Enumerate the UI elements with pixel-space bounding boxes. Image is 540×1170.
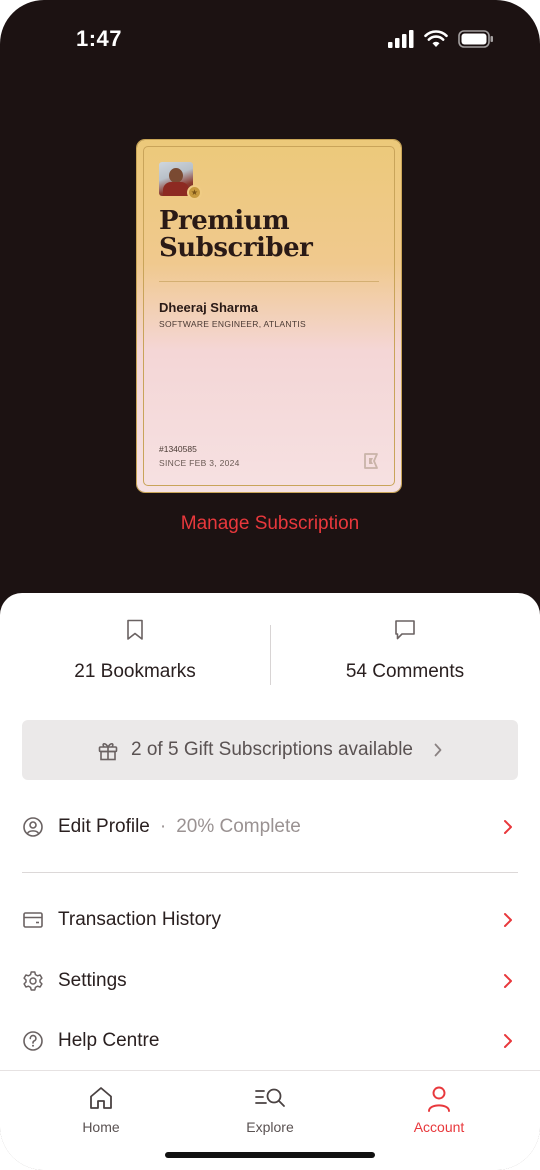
edit-profile-row[interactable]: Edit Profile · 20% Complete — [22, 807, 518, 847]
tab-home[interactable]: Home — [41, 1085, 161, 1135]
chevron-right-icon — [434, 743, 442, 757]
home-icon — [90, 1087, 112, 1109]
settings-row[interactable]: Settings — [22, 961, 518, 1001]
tab-explore[interactable]: Explore — [210, 1085, 330, 1135]
gift-icon — [98, 743, 118, 761]
signal-icon — [388, 30, 414, 48]
edit-profile-label: Edit Profile — [58, 816, 150, 837]
menu-divider — [22, 872, 518, 873]
user-circle-icon — [23, 817, 43, 837]
manage-subscription-link[interactable]: Manage Subscription — [0, 513, 540, 535]
premium-badge-icon: ★ — [187, 185, 202, 200]
home-indicator[interactable] — [165, 1152, 375, 1158]
gear-icon — [23, 971, 43, 991]
bookmark-icon — [127, 619, 143, 640]
comment-icon — [395, 620, 415, 640]
card-border — [143, 146, 395, 486]
avatar-head — [169, 168, 183, 183]
avatar-body — [163, 182, 189, 196]
bookmarks-stat[interactable]: 21 Bookmarks — [0, 619, 270, 683]
member-id: #1340585 — [159, 444, 197, 454]
tab-account[interactable]: Account — [379, 1085, 499, 1135]
status-icons — [388, 30, 494, 48]
wallet-card-icon — [23, 912, 43, 928]
separator-dot: · — [159, 816, 167, 837]
status-bar: 1:47 — [0, 0, 540, 80]
member-role: SOFTWARE ENGINEER, ATLANTIS — [159, 319, 306, 329]
status-time: 1:47 — [76, 26, 123, 51]
chevron-right-icon — [504, 913, 512, 927]
phone-screen: 1:47 ★ Premium Subscriber Dheeraj Sharma… — [0, 0, 540, 1170]
tab-home-label: Home — [82, 1119, 120, 1135]
card-title-line1: Premium — [159, 206, 290, 236]
explore-search-icon — [255, 1088, 285, 1107]
gift-subscriptions-banner[interactable]: 2 of 5 Gift Subscriptions available — [22, 720, 518, 780]
bookmarks-count: 21 Bookmarks — [74, 661, 196, 682]
comments-count: 54 Comments — [345, 661, 465, 682]
card-title: Premium Subscriber — [159, 206, 313, 263]
membership-card[interactable]: ★ Premium Subscriber Dheeraj Sharma SOFT… — [137, 140, 401, 492]
profile-progress-text: 20% Complete — [176, 816, 301, 837]
tab-explore-label: Explore — [246, 1119, 294, 1135]
member-since: SINCE FEB 3, 2024 — [159, 458, 240, 468]
help-centre-label: Help Centre — [58, 1030, 160, 1051]
help-circle-icon — [23, 1031, 43, 1051]
chevron-right-icon — [504, 974, 512, 988]
card-title-line2: Subscriber — [159, 233, 313, 263]
card-divider — [159, 281, 379, 282]
account-sheet: 21 Bookmarks 54 Comments 2 of 5 Gift Sub… — [0, 593, 540, 1170]
user-icon — [428, 1086, 450, 1112]
member-name: Dheeraj Sharma — [159, 300, 258, 315]
chevron-right-icon — [504, 1034, 512, 1048]
battery-icon — [458, 30, 493, 48]
wifi-icon — [424, 30, 448, 47]
transaction-history-row[interactable]: Transaction History — [22, 900, 518, 940]
gift-subscriptions-text: 2 of 5 Gift Subscriptions available — [131, 739, 413, 760]
help-centre-row[interactable]: Help Centre — [22, 1021, 518, 1061]
brand-logo-icon — [364, 453, 378, 469]
transaction-history-label: Transaction History — [58, 909, 221, 930]
comments-stat[interactable]: 54 Comments — [270, 619, 540, 683]
chevron-right-icon — [504, 820, 512, 834]
tab-account-label: Account — [413, 1119, 465, 1135]
settings-label: Settings — [58, 970, 127, 991]
